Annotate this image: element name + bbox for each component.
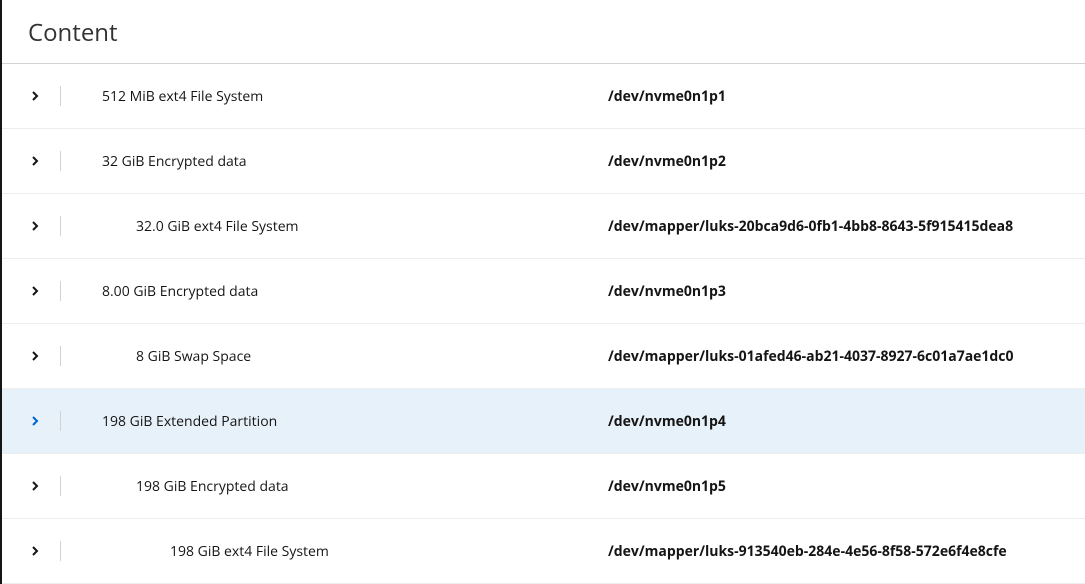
partition-description: 512 MiB ext4 File System xyxy=(88,87,263,106)
partition-row[interactable]: 198 GiB Encrypted data/dev/nvme0n1p5 xyxy=(2,454,1085,519)
partition-description: 32 GiB Encrypted data xyxy=(88,152,247,171)
partition-row[interactable]: 8 GiB Swap Space/dev/mapper/luks-01afed4… xyxy=(2,324,1085,389)
storage-content-panel: Content 512 MiB ext4 File System/dev/nvm… xyxy=(2,0,1085,584)
partition-row[interactable]: 32.0 GiB ext4 File System/dev/mapper/luk… xyxy=(2,194,1085,259)
partition-description: 198 GiB Encrypted data xyxy=(88,477,289,496)
description-cell: 512 MiB ext4 File System xyxy=(88,87,608,106)
description-cell: 32.0 GiB ext4 File System xyxy=(88,217,608,236)
cell-divider xyxy=(60,476,61,496)
expand-cell xyxy=(28,151,88,171)
expand-cell xyxy=(28,476,88,496)
partition-device-path: /dev/mapper/luks-913540eb-284e-4e56-8f58… xyxy=(608,542,1059,561)
partition-row[interactable]: 512 MiB ext4 File System/dev/nvme0n1p1 xyxy=(2,64,1085,129)
expand-cell xyxy=(28,281,88,301)
cell-divider xyxy=(60,86,61,106)
description-cell: 198 GiB ext4 File System xyxy=(88,542,608,561)
partition-description: 8 GiB Swap Space xyxy=(88,347,251,366)
partition-device-path: /dev/nvme0n1p2 xyxy=(608,152,1059,171)
partition-description: 32.0 GiB ext4 File System xyxy=(88,217,299,236)
partition-device-path: /dev/mapper/luks-20bca9d6-0fb1-4bb8-8643… xyxy=(608,217,1059,236)
description-cell: 8 GiB Swap Space xyxy=(88,347,608,366)
partition-row[interactable]: 198 GiB Extended Partition/dev/nvme0n1p4 xyxy=(2,389,1085,454)
partition-description: 198 GiB Extended Partition xyxy=(88,412,277,431)
section-title: Content xyxy=(2,0,1085,64)
cell-divider xyxy=(60,541,61,561)
partition-device-path: /dev/mapper/luks-01afed46-ab21-4037-8927… xyxy=(608,347,1059,366)
expand-cell xyxy=(28,216,88,236)
chevron-right-icon[interactable] xyxy=(28,414,42,428)
description-cell: 198 GiB Encrypted data xyxy=(88,477,608,496)
partition-description: 198 GiB ext4 File System xyxy=(88,542,329,561)
cell-divider xyxy=(60,346,61,366)
partition-device-path: /dev/nvme0n1p4 xyxy=(608,412,1059,431)
chevron-right-icon[interactable] xyxy=(28,544,42,558)
chevron-right-icon[interactable] xyxy=(28,479,42,493)
partition-list: 512 MiB ext4 File System/dev/nvme0n1p132… xyxy=(2,64,1085,584)
cell-divider xyxy=(60,216,61,236)
cell-divider xyxy=(60,151,61,171)
description-cell: 198 GiB Extended Partition xyxy=(88,412,608,431)
description-cell: 8.00 GiB Encrypted data xyxy=(88,282,608,301)
partition-device-path: /dev/nvme0n1p1 xyxy=(608,87,1059,106)
chevron-right-icon[interactable] xyxy=(28,154,42,168)
partition-device-path: /dev/nvme0n1p5 xyxy=(608,477,1059,496)
cell-divider xyxy=(60,411,61,431)
description-cell: 32 GiB Encrypted data xyxy=(88,152,608,171)
partition-row[interactable]: 198 GiB ext4 File System/dev/mapper/luks… xyxy=(2,519,1085,584)
chevron-right-icon[interactable] xyxy=(28,284,42,298)
expand-cell xyxy=(28,86,88,106)
expand-cell xyxy=(28,541,88,561)
chevron-right-icon[interactable] xyxy=(28,89,42,103)
chevron-right-icon[interactable] xyxy=(28,349,42,363)
chevron-right-icon[interactable] xyxy=(28,219,42,233)
partition-row[interactable]: 32 GiB Encrypted data/dev/nvme0n1p2 xyxy=(2,129,1085,194)
partition-description: 8.00 GiB Encrypted data xyxy=(88,282,258,301)
partition-row[interactable]: 8.00 GiB Encrypted data/dev/nvme0n1p3 xyxy=(2,259,1085,324)
partition-device-path: /dev/nvme0n1p3 xyxy=(608,282,1059,301)
cell-divider xyxy=(60,281,61,301)
expand-cell xyxy=(28,411,88,431)
expand-cell xyxy=(28,346,88,366)
